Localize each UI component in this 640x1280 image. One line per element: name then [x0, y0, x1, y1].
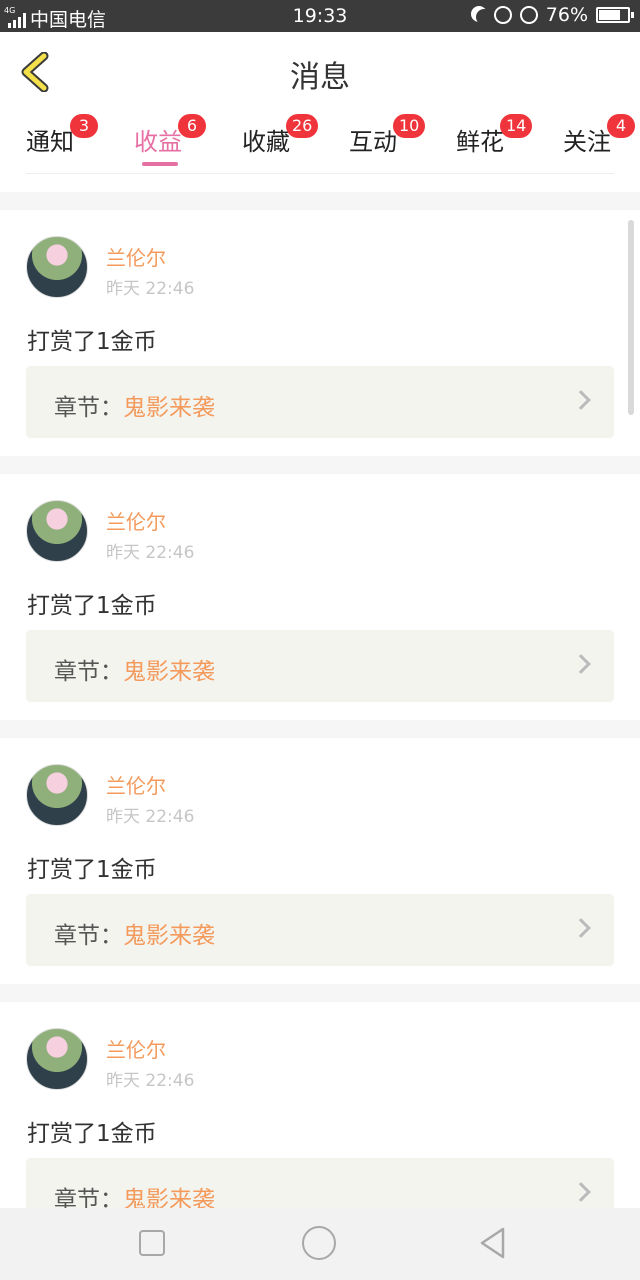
- battery-icon: [596, 7, 634, 23]
- avatar[interactable]: [26, 236, 88, 298]
- tab-divider: [26, 173, 614, 174]
- tab-bar: 通知 3 收益 6 收藏 26 互动 10 鲜花 14 关注 4: [0, 110, 640, 192]
- active-tab-indicator: [142, 162, 178, 166]
- tab-badge: 6: [178, 114, 206, 138]
- message-text: 打赏了1金币: [27, 857, 157, 883]
- chapter-label: 章节：: [54, 395, 123, 421]
- status-right: 76%: [470, 4, 634, 26]
- tab-badge: 14: [500, 114, 533, 138]
- tab-badge: 10: [393, 114, 426, 138]
- sender-name[interactable]: 兰伦尔: [106, 506, 166, 535]
- tab-earnings[interactable]: 收益 6: [134, 114, 206, 157]
- message-card: 兰伦尔 昨天 22:46 打赏了1金币 章节：鬼影来袭: [0, 210, 640, 456]
- avatar[interactable]: [26, 1028, 88, 1090]
- moon-icon: [476, 9, 492, 25]
- tab-label: 鲜花: [456, 128, 504, 156]
- sender-name[interactable]: 兰伦尔: [106, 242, 166, 271]
- home-button[interactable]: [302, 1226, 336, 1260]
- alarm-icon: [519, 6, 538, 24]
- chapter-text: 章节：鬼影来袭: [54, 916, 215, 950]
- tab-label: 收益: [134, 128, 182, 156]
- chapter-title: 鬼影来袭: [123, 659, 215, 685]
- sender-name[interactable]: 兰伦尔: [106, 1034, 166, 1063]
- chapter-link[interactable]: 章节：鬼影来袭: [26, 894, 614, 966]
- chapter-link[interactable]: 章节：鬼影来袭: [26, 366, 614, 438]
- tab-label: 通知: [26, 128, 74, 156]
- tab-badge: 3: [70, 114, 98, 138]
- message-time: 昨天 22:46: [106, 807, 195, 827]
- message-text: 打赏了1金币: [27, 1121, 157, 1147]
- chapter-title: 鬼影来袭: [123, 923, 215, 949]
- chapter-title: 鬼影来袭: [123, 395, 215, 421]
- tab-favorites[interactable]: 收藏 26: [242, 114, 319, 157]
- chevron-right-icon: [571, 390, 591, 410]
- chapter-text: 章节：鬼影来袭: [54, 388, 215, 422]
- tab-label: 互动: [349, 128, 397, 156]
- tab-following[interactable]: 关注 4: [563, 114, 635, 157]
- tab-badge: 26: [286, 114, 319, 138]
- tab-label: 关注: [563, 128, 611, 156]
- scrollbar[interactable]: [628, 220, 634, 415]
- tab-notifications[interactable]: 通知 3: [26, 114, 98, 157]
- avatar[interactable]: [26, 764, 88, 826]
- back-button[interactable]: [478, 1226, 506, 1260]
- chapter-label: 章节：: [54, 923, 123, 949]
- chevron-right-icon: [571, 918, 591, 938]
- chevron-right-icon: [571, 1182, 591, 1202]
- tab-interactions[interactable]: 互动 10: [349, 114, 426, 157]
- tab-badge: 4: [607, 114, 635, 138]
- battery-fill: [599, 10, 621, 20]
- message-time: 昨天 22:46: [106, 279, 195, 299]
- avatar[interactable]: [26, 500, 88, 562]
- page-title: 消息: [290, 60, 350, 95]
- recent-apps-button[interactable]: [139, 1230, 165, 1256]
- chevron-right-icon: [571, 654, 591, 674]
- chapter-link[interactable]: 章节：鬼影来袭: [26, 630, 614, 702]
- system-nav-bar: [0, 1208, 640, 1280]
- message-text: 打赏了1金币: [27, 593, 157, 619]
- lock-rotation-icon: [493, 6, 512, 24]
- message-card: 兰伦尔 昨天 22:46 打赏了1金币 章节：鬼影来袭: [0, 738, 640, 984]
- app-header: 消息: [0, 32, 640, 110]
- message-text: 打赏了1金币: [27, 329, 157, 355]
- chapter-text: 章节：鬼影来袭: [54, 652, 215, 686]
- message-card: 兰伦尔 昨天 22:46 打赏了1金币 章节：鬼影来袭: [0, 474, 640, 720]
- tab-label: 收藏: [242, 128, 290, 156]
- message-time: 昨天 22:46: [106, 543, 195, 563]
- sender-name[interactable]: 兰伦尔: [106, 770, 166, 799]
- message-time: 昨天 22:46: [106, 1071, 195, 1091]
- status-bar: 4G 中国电信 19:33 76%: [0, 0, 640, 32]
- chapter-label: 章节：: [54, 659, 123, 685]
- tab-flowers[interactable]: 鲜花 14: [456, 114, 533, 157]
- battery-percent: 76%: [545, 4, 588, 26]
